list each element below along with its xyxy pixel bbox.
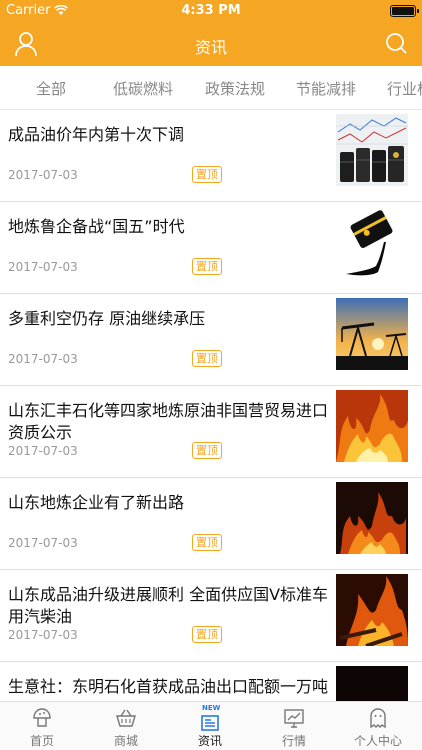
tab-mall[interactable]: 商城 xyxy=(84,702,168,750)
mushroom-home-icon xyxy=(33,708,51,727)
news-thumbnail xyxy=(336,666,408,701)
news-title: 地炼鲁企备战“国五”时代 xyxy=(8,217,185,236)
tab-home[interactable]: 首页 xyxy=(0,702,84,750)
news-thumbnail xyxy=(336,574,408,646)
tab-home-label: 首页 xyxy=(29,734,54,748)
news-thumbnail xyxy=(336,206,408,278)
bottom-tab-bar: 首页 商城 NEW 资讯 行情 个人中心 xyxy=(0,701,422,750)
news-item[interactable]: 山东地炼企业有了新出路 2017-07-03 置顶 xyxy=(0,478,422,570)
fire-flames-image xyxy=(336,390,408,462)
tab-news[interactable]: NEW 资讯 xyxy=(168,702,252,750)
tab-mall-label: 商城 xyxy=(113,734,138,748)
tab-industry-standard[interactable]: 行业标 xyxy=(387,78,422,99)
news-item[interactable]: 成品油价年内第十次下调 2017-07-03 置顶 xyxy=(0,110,422,202)
nav-bar: 资讯 xyxy=(0,22,422,66)
news-date: 2017-07-03 xyxy=(8,168,78,182)
pinned-badge: 置顶 xyxy=(192,166,222,183)
news-title: 山东成品油升级进展顺利 全面供应国Ⅴ标准车用汽柴油 xyxy=(8,585,329,626)
news-title: 多重利空仍存 原油继续承压 xyxy=(8,309,206,328)
news-title: 成品油价年内第十次下调 xyxy=(8,125,185,144)
news-item[interactable]: 生意社：东明石化首获成品油出口配额一万吨 xyxy=(0,662,422,701)
tab-profile[interactable]: 个人中心 xyxy=(336,702,420,750)
tab-news-label: 资讯 xyxy=(197,734,222,748)
news-date: 2017-07-03 xyxy=(8,536,78,550)
pinned-badge: 置顶 xyxy=(192,534,222,551)
news-item[interactable]: 山东成品油升级进展顺利 全面供应国Ⅴ标准车用汽柴油 2017-07-03 置顶 xyxy=(0,570,422,662)
search-button[interactable] xyxy=(382,30,410,58)
news-date: 2017-07-03 xyxy=(8,352,78,366)
ghost-user-icon xyxy=(370,708,386,729)
monitor-chart-icon xyxy=(284,709,304,728)
fire-dark-image xyxy=(336,666,408,701)
news-item[interactable]: 山东汇丰石化等四家地炼原油非国营贸易进口资质公示 2017-07-03 置顶 xyxy=(0,386,422,478)
news-title: 生意社：东明石化首获成品油出口配额一万吨 xyxy=(8,677,329,696)
pinned-badge: 置顶 xyxy=(192,258,222,275)
search-icon xyxy=(386,33,407,54)
tab-policy-regulation[interactable]: 政策法规 xyxy=(205,78,265,99)
news-thumbnail xyxy=(336,390,408,462)
clock: 4:33 PM xyxy=(181,3,241,18)
news-list: 成品油价年内第十次下调 2017-07-03 置顶 地炼鲁企备战“国五”时代 2… xyxy=(0,110,422,701)
news-thumbnail xyxy=(336,482,408,554)
fire-flames-wood-image xyxy=(336,574,408,646)
status-bar: Carrier 4:33 PM xyxy=(0,0,422,22)
news-date: 2017-07-03 xyxy=(8,444,78,458)
pinned-badge: 置顶 xyxy=(192,442,222,459)
news-item[interactable]: 多重利空仍存 原油继续承压 2017-07-03 置顶 xyxy=(0,294,422,386)
battery-icon xyxy=(390,5,419,17)
oil-pumpjack-sunset-image xyxy=(336,298,408,370)
page-title: 资讯 xyxy=(194,38,227,57)
category-tabs: 全部 低碳燃料 政策法规 节能减排 行业标 xyxy=(0,66,422,110)
tab-market-label: 行情 xyxy=(281,734,306,748)
news-date: 2017-07-03 xyxy=(8,260,78,274)
pinned-badge: 置顶 xyxy=(192,350,222,367)
tab-profile-label: 个人中心 xyxy=(353,734,402,748)
basket-icon xyxy=(116,709,136,727)
pinned-badge: 置顶 xyxy=(192,626,222,643)
news-item[interactable]: 地炼鲁企备战“国五”时代 2017-07-03 置顶 xyxy=(0,202,422,294)
oil-barrels-chart-image xyxy=(336,114,408,186)
tab-low-carbon-fuel[interactable]: 低碳燃料 xyxy=(113,78,173,99)
news-title: 山东汇丰石化等四家地炼原油非国营贸易进口资质公示 xyxy=(8,401,329,442)
news-thumbnail xyxy=(336,114,408,186)
tab-market[interactable]: 行情 xyxy=(252,702,336,750)
news-date: 2017-07-03 xyxy=(8,628,78,642)
fire-flames-dark-image xyxy=(336,482,408,554)
tab-all[interactable]: 全部 xyxy=(36,78,66,99)
news-icon xyxy=(201,715,219,731)
news-title: 山东地炼企业有了新出路 xyxy=(8,493,185,512)
news-thumbnail xyxy=(336,298,408,370)
tab-energy-saving[interactable]: 节能减排 xyxy=(296,78,356,99)
oil-barrel-spill-image xyxy=(336,206,408,278)
